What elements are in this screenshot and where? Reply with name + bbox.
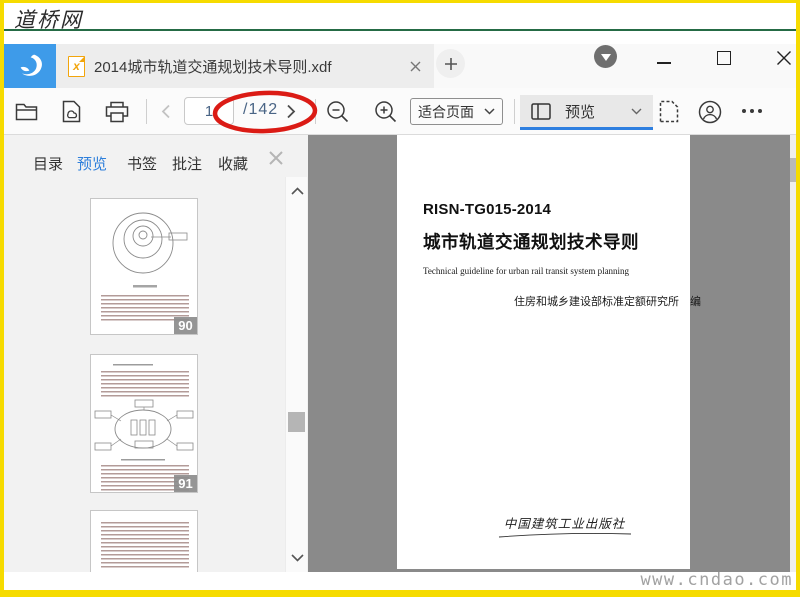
flow-ellipse-diagram <box>94 399 194 451</box>
sidebar-tab-bookmarks[interactable]: 书签 <box>127 153 157 174</box>
sidebar-tab-preview[interactable]: 预览 <box>77 153 107 174</box>
sidebar-panel-icon <box>531 102 551 120</box>
header-divider-line <box>4 29 796 31</box>
view-mode-label: 预览 <box>565 103 596 121</box>
page-badge: 91 <box>174 475 197 492</box>
dropdown-menu-button[interactable] <box>594 45 617 68</box>
sidebar-scrollbar[interactable] <box>285 177 307 572</box>
chevron-down-icon <box>484 108 495 115</box>
app-titlebar: x 2014城市轨道交通规划技术导则.xdf <box>4 44 796 88</box>
more-dots-icon <box>742 109 762 113</box>
document-page[interactable]: RISN-TG015-2014 城市轨道交通规划技术导则 Technical g… <box>397 135 701 569</box>
sidebar-close-icon[interactable] <box>268 150 286 168</box>
toolbar-divider <box>146 99 147 124</box>
document-subtitle-en: Technical guideline for urban rail trans… <box>423 266 630 276</box>
print-button[interactable] <box>105 101 129 123</box>
open-file-button[interactable] <box>15 102 38 121</box>
maximize-icon <box>717 51 731 65</box>
thumbnail-caption-line <box>121 459 165 462</box>
sidebar-panel: 目录 预览 书签 批注 收藏 90 91 <box>4 135 308 572</box>
user-account-icon <box>698 100 722 124</box>
extract-page-button[interactable] <box>659 100 679 123</box>
document-tab[interactable]: x 2014城市轨道交通规划技术导则.xdf <box>56 44 434 88</box>
viewer-scrollbar[interactable] <box>790 135 796 572</box>
close-window-button[interactable] <box>772 46 796 70</box>
document-author-line: 住房和城乡建设部标准定额研究所 编 <box>514 296 701 308</box>
fit-page-dropdown[interactable]: 适合页面 <box>410 98 503 125</box>
new-tab-button[interactable] <box>436 49 465 78</box>
page-number-input[interactable] <box>184 97 234 125</box>
thumbnail-text-block <box>101 371 189 397</box>
standard-code: RISN-TG015-2014 <box>423 201 552 218</box>
thumbnail-page-90[interactable]: 90 <box>90 198 198 335</box>
thumbnail-page-91[interactable]: 91 <box>90 354 198 493</box>
plus-icon <box>444 57 458 71</box>
app-logo[interactable] <box>4 44 56 88</box>
caret-down-icon <box>600 54 611 61</box>
chevron-down-icon <box>631 108 642 115</box>
scrollbar-thumb[interactable] <box>790 158 796 182</box>
document-title: 城市轨道交通规划技术导则 <box>423 232 639 252</box>
chevron-left-icon <box>160 104 172 119</box>
publisher-swoosh-line <box>498 532 632 538</box>
toolbar-divider <box>315 99 316 124</box>
thumbnail-page-92[interactable] <box>90 510 198 572</box>
minimize-button[interactable] <box>652 46 676 70</box>
thumbnail-text-block <box>101 522 189 568</box>
publisher-name: 中国建筑工业出版社 <box>503 516 626 531</box>
view-mode-button[interactable]: 预览 <box>520 95 653 130</box>
page-total-label: /142 <box>243 101 279 118</box>
thumbnail-heading-line <box>113 364 153 368</box>
sidebar-tab-favorites[interactable]: 收藏 <box>218 153 248 174</box>
scrollbar-thumb[interactable] <box>288 412 305 432</box>
next-page-button[interactable] <box>285 104 297 119</box>
document-viewer: RISN-TG015-2014 城市轨道交通规划技术导则 Technical g… <box>308 135 790 572</box>
account-button[interactable] <box>698 100 722 124</box>
minimize-icon <box>657 62 671 64</box>
site-header: 道桥网 <box>4 3 796 32</box>
scroll-down-icon[interactable] <box>289 550 305 566</box>
chevron-right-icon <box>285 104 297 119</box>
document-cloud-icon <box>62 100 81 123</box>
toolbar: /142 适合页面 预览 <box>4 88 796 135</box>
site-watermark: www.cndao.com <box>640 570 793 590</box>
printer-icon <box>105 101 129 123</box>
content-area: 目录 预览 书签 批注 收藏 90 91 RISN-TG015-2014 城市轨… <box>4 135 796 572</box>
close-icon <box>776 50 792 66</box>
extract-page-icon <box>659 100 679 123</box>
zoom-in-icon <box>374 100 397 123</box>
frame-border-bottom <box>0 590 800 597</box>
zoom-out-button[interactable] <box>326 100 349 123</box>
tab-close-icon[interactable] <box>407 58 423 74</box>
toolbar-divider <box>514 99 515 124</box>
zoom-out-icon <box>326 100 349 123</box>
concentric-circles-diagram <box>112 212 188 288</box>
page-badge: 90 <box>174 317 197 334</box>
zoom-in-button[interactable] <box>374 100 397 123</box>
scroll-up-icon[interactable] <box>289 183 305 199</box>
sidebar-tab-annotations[interactable]: 批注 <box>172 153 202 174</box>
frame-border-right <box>796 0 800 597</box>
maximize-button[interactable] <box>712 46 736 70</box>
fit-page-value: 适合页面 <box>418 103 474 120</box>
folder-icon <box>15 102 38 121</box>
more-options-button[interactable] <box>742 109 762 113</box>
save-convert-button[interactable] <box>62 100 81 123</box>
bird-swirl-icon <box>13 50 47 82</box>
xdf-file-icon: x <box>68 55 85 77</box>
previous-page-button[interactable] <box>160 104 172 119</box>
sidebar-tab-catalog[interactable]: 目录 <box>33 153 63 174</box>
tab-title: 2014城市轨道交通规划技术导则.xdf <box>94 58 332 76</box>
